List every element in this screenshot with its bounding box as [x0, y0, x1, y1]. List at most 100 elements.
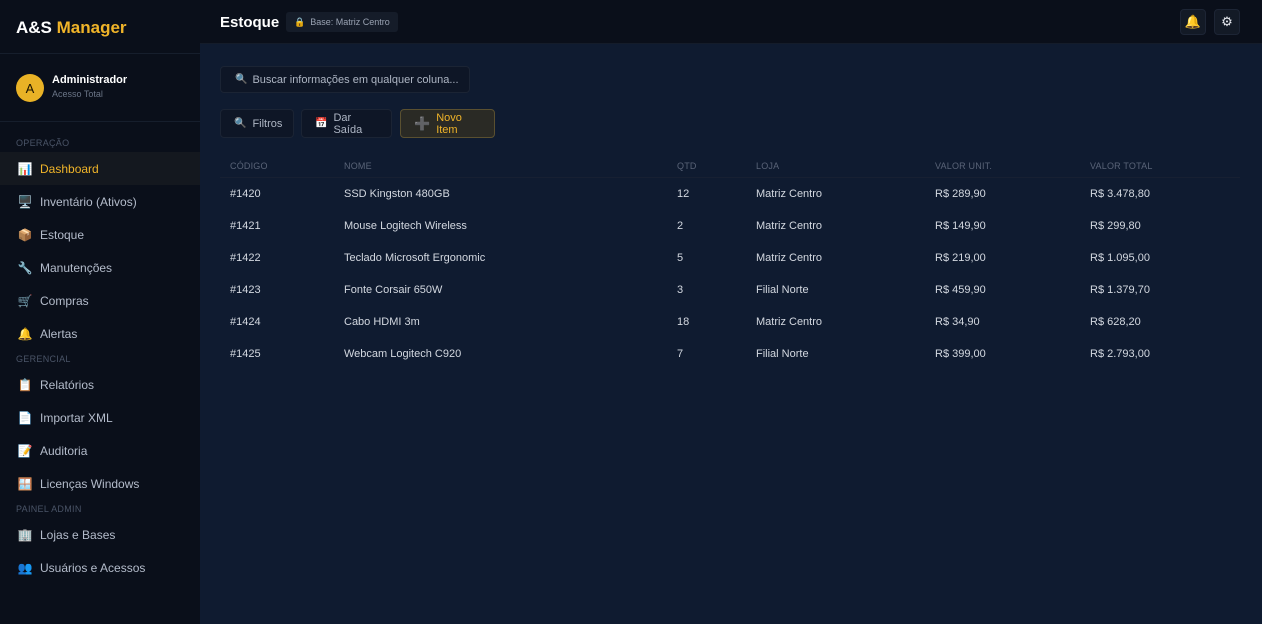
sidebar-item-licenças-windows[interactable]: 🪟 Licenças Windows: [0, 467, 200, 500]
lock-icon: 🔒: [294, 16, 306, 27]
table-row[interactable]: #1422 Teclado Microsoft Ergonomic 5 Matriz …: [220, 242, 1240, 274]
base-badge: 🔒 Base: Matriz Centro: [286, 12, 398, 32]
sidebar-item-auditoria[interactable]: 📝 Auditoria: [0, 434, 200, 467]
windows-icon: 🪟: [17, 476, 33, 491]
table-cell: Webcam Logitech C920: [344, 348, 462, 360]
table-cell: R$ 299,80: [1090, 220, 1141, 232]
calendar-icon: 📅: [315, 118, 328, 129]
sidebar-section-title: OPERAÇÃO: [16, 138, 70, 148]
search-icon: 🔍: [235, 74, 248, 85]
settings-button[interactable]: ⚙: [1214, 9, 1240, 35]
table-cell: Fonte Corsair 650W: [344, 284, 443, 296]
table-cell: #1425: [230, 348, 261, 360]
table-cell: Filial Norte: [756, 348, 809, 360]
plus-icon: ➕: [414, 115, 431, 131]
document-icon: 📄: [17, 410, 33, 425]
sidebar-item-label: Alertas: [40, 326, 78, 341]
column-header[interactable]: QTD: [677, 161, 697, 171]
sidebar-item-label: Auditoria: [40, 443, 88, 458]
filters-label: Filtros: [252, 117, 283, 130]
table-cell: 2: [677, 220, 684, 232]
table-cell: R$ 3.478,80: [1090, 188, 1150, 200]
sidebar-item-label: Manutenções: [40, 260, 113, 275]
sidebar-item-label: Dashboard: [40, 161, 99, 176]
sidebar-item-compras[interactable]: 🛒 Compras: [0, 284, 200, 317]
table-cell: R$ 219,00: [935, 252, 986, 264]
bell-icon: 🔔: [17, 326, 33, 341]
sidebar-section-title: PAINEL ADMIN: [16, 504, 82, 514]
brand-logo[interactable]: A&S Manager: [0, 0, 200, 54]
novo-item-button[interactable]: ➕ Novo Item: [400, 109, 495, 138]
wrench-icon: 🔧: [17, 260, 33, 275]
sidebar-item-usuários-e-acessos[interactable]: 👥 Usuários e Acessos: [0, 551, 200, 584]
sidebar-item-label: Estoque: [40, 227, 85, 242]
user-role: Acesso Total: [52, 89, 103, 99]
clipboard-icon: 📋: [17, 377, 33, 392]
table-cell: #1422: [230, 252, 261, 264]
sidebar-item-inventário-ativos[interactable]: 🖥️ Inventário (Ativos): [0, 185, 200, 218]
cart-icon: 🛒: [17, 293, 33, 308]
column-header[interactable]: NOME: [344, 161, 372, 171]
sidebar-item-dashboard[interactable]: 📊 Dashboard: [0, 152, 200, 185]
bell-icon: 🔔: [1184, 14, 1202, 29]
sidebar-item-manutenções[interactable]: 🔧 Manutenções: [0, 251, 200, 284]
chart-icon: 📊: [17, 161, 33, 176]
column-header[interactable]: VALOR UNIT.: [935, 161, 992, 171]
table-cell: SSD Kingston 480GB: [344, 188, 450, 200]
table-cell: R$ 1.379,70: [1090, 284, 1150, 296]
filters-button[interactable]: 🔍 Filtros: [220, 109, 294, 138]
table-cell: #1421: [230, 220, 261, 232]
sidebar-section-title: GERENCIAL: [16, 354, 71, 364]
user-info: Administrador Acesso Total: [52, 74, 127, 99]
sidebar-item-lojas-e-bases[interactable]: 🏢 Lojas e Bases: [0, 518, 200, 551]
table-cell: 7: [677, 348, 684, 360]
table-row[interactable]: #1420 SSD Kingston 480GB 12 Matriz Centro R$…: [220, 178, 1240, 210]
search-icon: 🔍: [234, 118, 247, 129]
table-cell: Mouse Logitech Wireless: [344, 220, 467, 232]
column-header[interactable]: VALOR TOTAL: [1090, 161, 1153, 171]
table-cell: 3: [677, 284, 684, 296]
table-row[interactable]: #1421 Mouse Logitech Wireless 2 Matriz Cent…: [220, 210, 1240, 242]
table-cell: Matriz Centro: [756, 220, 823, 232]
table-cell: R$ 149,90: [935, 220, 986, 232]
novo-item-label: Novo Item: [436, 111, 462, 136]
table-header: CÓDIGO NOME QTD LOJA VALOR UNIT. VALOR T…: [220, 154, 1240, 178]
notifications-button[interactable]: 🔔: [1180, 9, 1206, 35]
table-row[interactable]: #1424 Cabo HDMI 3m 18 Matriz Centro R$ 34,90…: [220, 306, 1240, 338]
sidebar-item-relatórios[interactable]: 📋 Relatórios: [0, 368, 200, 401]
table-cell: R$ 459,90: [935, 284, 986, 296]
sidebar: A&S Manager A Administrador Acesso Total…: [0, 0, 200, 624]
table-row[interactable]: #1425 Webcam Logitech C920 7 Filial Norte R$…: [220, 338, 1240, 370]
table-cell: #1423: [230, 284, 261, 296]
brand-accent: Manager: [56, 18, 127, 37]
column-header[interactable]: CÓDIGO: [230, 161, 268, 171]
memo-icon: 📝: [17, 443, 33, 458]
table-cell: R$ 2.793,00: [1090, 348, 1150, 360]
table-cell: Matriz Centro: [756, 316, 823, 328]
table-row[interactable]: #1423 Fonte Corsair 650W 3 Filial Norte R$ 4…: [220, 274, 1240, 306]
gear-icon: ⚙: [1221, 14, 1233, 29]
table-cell: Teclado Microsoft Ergonomic: [344, 252, 486, 264]
table-cell: Matriz Centro: [756, 188, 823, 200]
main-content: 🔍 Buscar informações em qualquer coluna.…: [200, 44, 1262, 624]
table-cell: Cabo HDMI 3m: [344, 316, 420, 328]
column-header[interactable]: LOJA: [756, 161, 779, 171]
sidebar-item-label: Relatórios: [40, 377, 95, 392]
table-cell: 18: [677, 316, 690, 328]
sidebar-item-label: Usuários e Acessos: [40, 560, 146, 575]
dar-saida-button[interactable]: 📅 Dar Saída: [301, 109, 392, 138]
sidebar-item-alertas[interactable]: 🔔 Alertas: [0, 317, 200, 350]
table-cell: Filial Norte: [756, 284, 809, 296]
dar-saida-label: Dar Saída: [333, 111, 363, 136]
monitor-icon: 🖥️: [17, 194, 33, 209]
table-cell: R$ 34,90: [935, 316, 980, 328]
table-cell: R$ 628,20: [1090, 316, 1141, 328]
table-cell: 12: [677, 188, 690, 200]
base-label: Base: Matriz Centro: [310, 17, 390, 27]
user-profile[interactable]: A Administrador Acesso Total: [0, 54, 200, 122]
search-input[interactable]: 🔍 Buscar informações em qualquer coluna.…: [220, 66, 470, 93]
sidebar-item-estoque[interactable]: 📦 Estoque: [0, 218, 200, 251]
box-icon: 📦: [17, 227, 33, 242]
sidebar-item-importar-xml[interactable]: 📄 Importar XML: [0, 401, 200, 434]
building-icon: 🏢: [17, 527, 33, 542]
